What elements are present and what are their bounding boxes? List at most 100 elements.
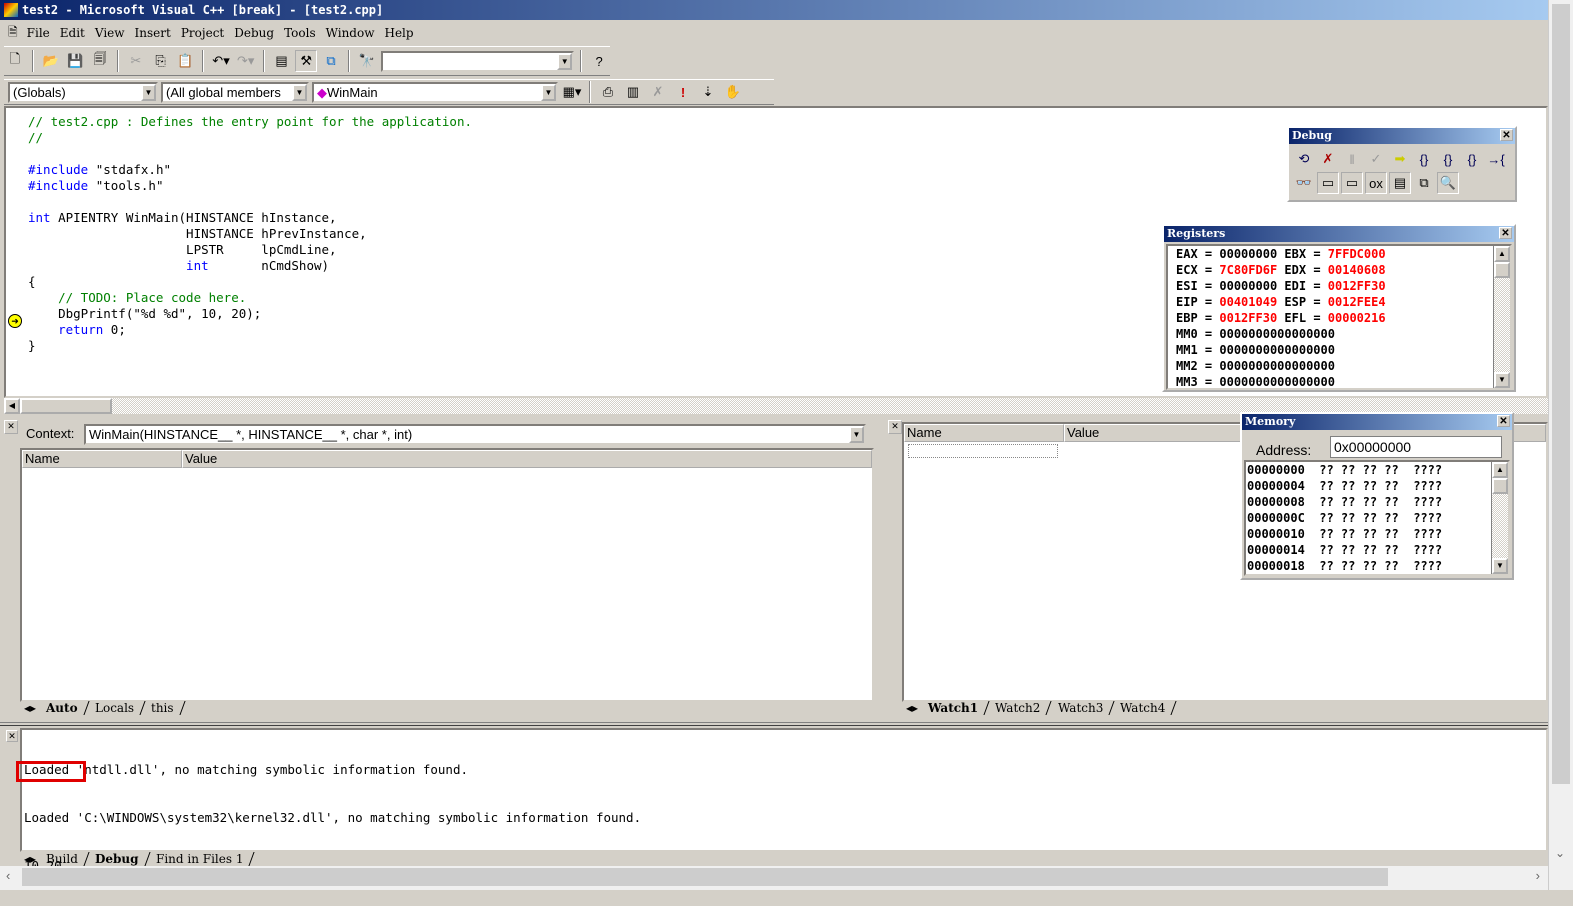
break-execution-icon[interactable]: ‖ [1341,148,1363,170]
menu-project[interactable]: Project [176,26,229,40]
code-line[interactable]: // [28,130,472,146]
execute-icon[interactable]: ! [672,81,694,103]
find-in-files-icon[interactable]: 🔭 [356,50,378,72]
memory-row[interactable]: 00000008 ?? ?? ?? ?? ???? [1247,494,1508,510]
register-value[interactable]: 0000000000000000 [1219,359,1335,373]
show-next-statement-icon[interactable]: ➡ [1389,148,1411,170]
memory-row[interactable]: 00000000 ?? ?? ?? ?? ???? [1247,462,1508,478]
address-input[interactable]: 0x00000000 [1330,436,1502,458]
save-icon[interactable]: 💾 [64,50,86,72]
stop-build-icon[interactable]: ✗ [647,81,669,103]
go-icon[interactable]: ⇣ [697,81,719,103]
tab-this[interactable]: this [140,701,185,715]
step-out-icon[interactable]: {} [1461,148,1483,170]
window-list-icon[interactable]: ⧉ [320,50,342,72]
menu-view[interactable]: View [90,26,130,40]
close-icon[interactable]: ✕ [1500,129,1513,141]
tab-watch4[interactable]: Watch4 [1109,701,1177,715]
close-pane-icon[interactable]: ✕ [6,730,18,742]
chevron-right-icon[interactable]: › [1536,868,1540,883]
code-line[interactable]: return 0; [28,322,472,338]
code-line[interactable]: } [28,338,472,354]
column-header-name[interactable]: Name [904,424,1064,442]
register-value[interactable]: 0012FEE4 [1328,295,1386,309]
step-into-icon[interactable]: {} [1413,148,1435,170]
memory-window-icon[interactable]: ▤ [1389,172,1411,194]
menu-window[interactable]: Window [321,26,380,40]
save-all-icon[interactable]: 🗐 [89,50,111,72]
code-line[interactable]: #include "tools.h" [28,178,472,194]
find-combo[interactable]: ▼ [380,50,575,72]
chevron-down-icon[interactable]: ⌄ [1555,846,1565,860]
menu-insert[interactable]: Insert [130,26,176,40]
chevron-down-icon[interactable]: ▼ [557,52,573,70]
code-lines[interactable]: // test2.cpp : Defines the entry point f… [28,114,472,354]
register-value[interactable]: 0012FF30 [1328,279,1386,293]
tab-debug[interactable]: Debug [84,851,151,866]
vertical-scrollbar[interactable]: ▲ ▼ [1493,246,1510,388]
close-pane-icon[interactable]: ✕ [4,420,18,434]
compile-icon[interactable]: ⎙ [597,81,619,103]
output-icon[interactable]: ⚒ [295,50,318,72]
memory-row[interactable]: 00000010 ?? ?? ?? ?? ???? [1247,526,1508,542]
search-icon[interactable]: ? [588,50,610,72]
close-icon[interactable]: ✕ [1499,227,1512,239]
menu-help[interactable]: Help [379,26,418,40]
code-line[interactable] [28,194,472,210]
register-value[interactable]: 0000000000000000 [1219,375,1335,389]
breakpoint-hand-icon[interactable]: ✋ [722,81,744,103]
step-over-icon[interactable]: {} [1437,148,1459,170]
splitter[interactable] [0,722,1548,726]
scroll-down-icon[interactable]: ▼ [1492,558,1508,574]
workspace-icon[interactable]: ▤ [271,50,293,72]
menu-file[interactable]: File [22,26,55,40]
stop-debugging-icon[interactable]: ✗ [1317,148,1339,170]
undo-icon[interactable]: ↶▾ [210,50,232,72]
call-stack-icon[interactable]: ⧉ [1413,172,1435,194]
chevron-left-icon[interactable]: ‹ [6,868,10,883]
close-pane-icon[interactable]: ✕ [888,420,902,434]
registers-window-icon[interactable]: ox [1365,172,1387,194]
disassembly-icon[interactable]: 🔍 [1437,172,1459,194]
register-value[interactable]: 0012FF30 [1219,311,1277,325]
open-folder-icon[interactable]: 📂 [40,50,62,72]
tab-find-in-files[interactable]: Find in Files 1 [144,851,255,866]
members-combo[interactable]: (All global members ▼ [161,81,309,103]
cut-icon[interactable]: ✂ [125,50,147,72]
scroll-down-icon[interactable]: ▼ [1494,372,1510,388]
register-value[interactable]: 00000000 [1219,247,1277,261]
memory-row[interactable]: 00000018 ?? ?? ?? ?? ???? [1247,558,1508,574]
new-file-icon[interactable]: 🗋 [4,50,26,72]
build-icon[interactable]: ▥ [622,81,644,103]
scroll-thumb[interactable] [1552,4,1570,784]
tab-auto[interactable]: Auto [35,701,90,715]
code-line[interactable]: // TODO: Place code here. [28,290,472,306]
code-line[interactable]: HINSTANCE hPrevInstance, [28,226,472,242]
menu-edit[interactable]: Edit [55,26,90,40]
code-line[interactable]: DbgPrintf("%d %d", 10, 20); [28,306,472,322]
code-line[interactable] [28,146,472,162]
watch-window-icon[interactable]: ▭ [1317,172,1339,194]
scroll-thumb[interactable] [22,868,1388,886]
registers-list[interactable]: EAX = 00000000 EBX = 7FFDC000 ECX = 7C80F… [1166,244,1512,390]
run-to-cursor-icon[interactable]: →{ [1485,148,1507,170]
scroll-thumb[interactable] [1492,478,1508,494]
scope-combo[interactable]: (Globals) ▼ [8,81,158,103]
tab-watch2[interactable]: Watch2 [984,701,1053,715]
register-value[interactable]: 7FFDC000 [1328,247,1386,261]
tab-locals[interactable]: Locals [84,701,146,715]
memory-row[interactable]: 00000004 ?? ?? ?? ?? ???? [1247,478,1508,494]
output-window[interactable]: Loaded 'ntdll.dll', no matching symbolic… [16,728,1548,873]
menu-tools[interactable]: Tools [279,26,321,40]
column-header-value[interactable]: Value [182,450,872,468]
register-value[interactable]: 00000000 [1219,279,1277,293]
copy-icon[interactable]: ⎘ [150,50,172,72]
scroll-up-icon[interactable]: ▲ [1492,462,1508,478]
tab-build[interactable]: Build [35,851,90,866]
watch-new-entry[interactable] [908,444,1058,458]
apply-code-changes-icon[interactable]: ✓ [1365,148,1387,170]
vertical-scrollbar[interactable]: ▲ ▼ [1491,462,1508,574]
memory-row[interactable]: 0000000C ?? ?? ?? ?? ???? [1247,510,1508,526]
browser-vertical-scrollbar[interactable]: ⌄ [1548,0,1573,890]
code-line[interactable]: int APIENTRY WinMain(HINSTANCE hInstance… [28,210,472,226]
